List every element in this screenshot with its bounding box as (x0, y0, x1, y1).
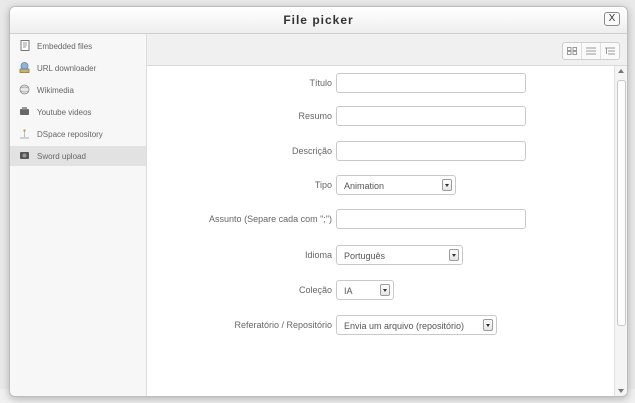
sidebar-item-label: Youtube videos (37, 108, 92, 117)
chevron-down-icon (380, 284, 390, 296)
list-view-icon (586, 42, 596, 60)
wikimedia-icon (19, 84, 30, 95)
sidebar-item-label: URL downloader (37, 64, 97, 73)
colecao-label: Coleção (298, 285, 332, 295)
icons-view-icon (567, 42, 577, 60)
form-row-idioma: Idioma Português (147, 245, 607, 267)
sidebar-item-label: DSpace repository (37, 130, 103, 139)
tipo-select-value: Animation (344, 181, 385, 191)
chevron-down-icon (483, 319, 493, 331)
form-row-referatorio: Referatório / Repositório Envia um arqui… (147, 315, 607, 337)
referatorio-select-value: Envia um arquivo (repositório) (344, 321, 465, 331)
scroll-thumb[interactable] (617, 80, 626, 326)
url-downloader-icon (19, 62, 30, 73)
sidebar-item-youtube-videos[interactable]: Youtube videos (10, 102, 146, 122)
file-picker-dialog: File picker X Embedded files URL downloa… (9, 6, 628, 397)
assunto-label: Assunto (Separe cada com ";") (209, 214, 332, 224)
referatorio-select[interactable]: Envia um arquivo (repositório) (336, 315, 497, 335)
form-row-assunto: Assunto (Separe cada com ";") (147, 209, 607, 231)
sidebar-item-dspace-repository[interactable]: DSpace repository (10, 124, 146, 144)
idioma-label: Idioma (304, 250, 332, 260)
upload-form: Título Resumo Descrição Tipo Animation A… (147, 66, 615, 396)
referatorio-label: Referatório / Repositório (234, 320, 332, 330)
tipo-select[interactable]: Animation (336, 175, 456, 195)
form-row-resumo: Resumo (147, 106, 607, 128)
form-row-titulo: Título (147, 73, 607, 95)
sidebar-item-url-downloader[interactable]: URL downloader (10, 58, 146, 78)
scroll-up-arrow-icon[interactable] (618, 69, 624, 73)
dialog-title: File picker (283, 13, 354, 27)
list-view-button[interactable] (582, 43, 601, 59)
repository-sidebar: Embedded files URL downloader Wikimedia … (10, 34, 147, 396)
tipo-label: Tipo (314, 180, 332, 190)
sidebar-item-embedded-files[interactable]: Embedded files (10, 36, 146, 56)
dspace-icon (19, 128, 30, 139)
icons-view-button[interactable] (563, 43, 582, 59)
chevron-down-icon (449, 249, 459, 261)
resumo-label: Resumo (298, 111, 332, 121)
tree-view-icon (605, 42, 615, 60)
sidebar-item-wikimedia[interactable]: Wikimedia (10, 80, 146, 100)
sidebar-item-label: Embedded files (37, 42, 93, 51)
sidebar-item-sword-upload[interactable]: Sword upload (10, 146, 146, 166)
form-row-descricao: Descrição (147, 141, 607, 163)
titulo-label: Título (309, 78, 332, 88)
sidebar-item-label: Sword upload (37, 152, 86, 161)
assunto-input[interactable] (336, 209, 526, 229)
view-switcher (562, 42, 620, 60)
chevron-down-icon (442, 179, 452, 191)
colecao-select[interactable]: IA (336, 280, 394, 300)
idioma-select-value: Português (344, 251, 386, 261)
descricao-input[interactable] (336, 141, 526, 161)
sword-icon (19, 150, 30, 161)
close-button[interactable]: X (604, 12, 620, 26)
scroll-down-arrow-icon[interactable] (618, 389, 624, 393)
embedded-files-icon (19, 40, 30, 51)
descricao-label: Descrição (291, 146, 332, 156)
form-row-colecao: Coleção IA (147, 280, 607, 302)
sidebar-item-label: Wikimedia (37, 86, 74, 95)
colecao-select-value: IA (344, 286, 353, 296)
picker-toolbar (147, 34, 627, 66)
titulo-input[interactable] (336, 73, 526, 93)
content-scrollbar[interactable] (614, 66, 627, 396)
idioma-select[interactable]: Português (336, 245, 463, 265)
resumo-input[interactable] (336, 106, 526, 126)
tree-view-button[interactable] (601, 43, 619, 59)
form-row-tipo: Tipo Animation (147, 175, 607, 197)
dialog-titlebar: File picker X (10, 7, 627, 34)
youtube-icon (19, 106, 30, 117)
